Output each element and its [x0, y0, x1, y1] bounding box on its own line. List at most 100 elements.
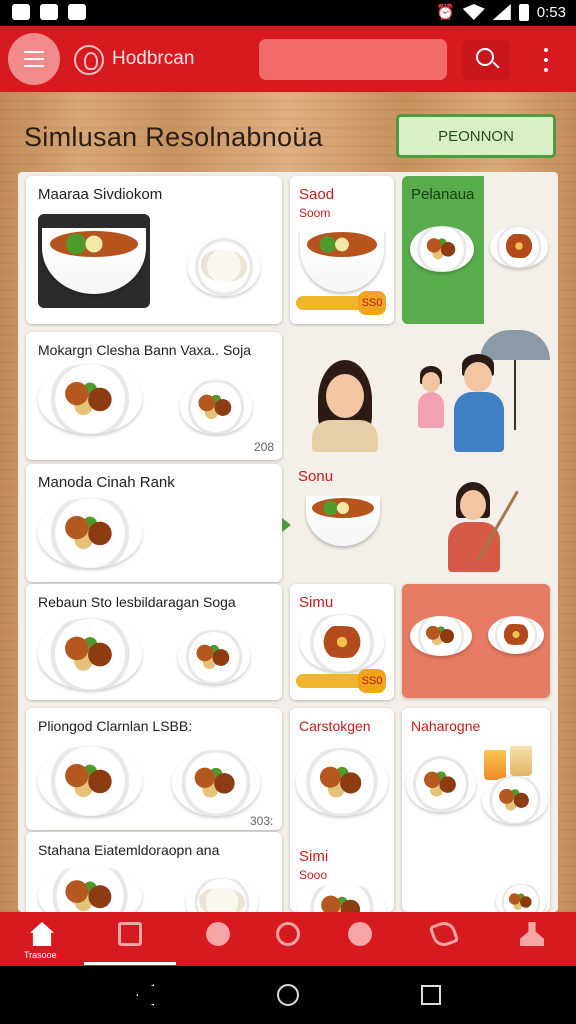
- wifi-icon: [462, 4, 485, 20]
- home-icon: [30, 922, 54, 946]
- rice-image: [186, 878, 258, 912]
- menu-card-title: Maaraa Sivdiokom: [38, 186, 163, 203]
- menu-card-small[interactable]: Carstokgen Simi Sooo: [290, 708, 394, 912]
- price-tag: SS0: [296, 669, 386, 693]
- food-image: [298, 884, 386, 912]
- nav-people[interactable]: [198, 918, 238, 958]
- girl-illustration: [414, 366, 448, 438]
- menu-card-title: Naharogne: [411, 718, 481, 734]
- status-bar: ⏰ 0:53: [0, 0, 576, 26]
- promo-button[interactable]: PEONNON: [396, 114, 556, 158]
- menu-card-price: 303:: [250, 814, 274, 828]
- people-icon: [206, 922, 230, 946]
- food-bowl: [300, 230, 384, 292]
- nav-profile[interactable]: [512, 918, 552, 958]
- search-button[interactable]: [462, 40, 510, 80]
- nav-home-label: Trasooe: [24, 950, 57, 960]
- food-image: [496, 884, 546, 912]
- main-content: Simlusan Resolnabnoüa PEONNON Maaraa Siv…: [0, 92, 576, 912]
- cook-illustration: [442, 482, 519, 574]
- nav-fruit[interactable]: [340, 918, 380, 958]
- menu-card-title: Simi: [299, 848, 329, 865]
- woman-illustration: [310, 360, 382, 452]
- menu-card[interactable]: Manoda Cinah Rank: [26, 464, 282, 582]
- menu-card-title: Simu: [299, 594, 334, 611]
- menu-card-small[interactable]: Naharogne: [402, 708, 550, 912]
- man-illustration: [452, 354, 506, 454]
- menu-card-title: Carstokgen: [299, 718, 371, 734]
- location-icon: [276, 922, 300, 946]
- food-image: [410, 226, 474, 272]
- section-title: Sonu: [298, 468, 334, 485]
- recent-apps-icon[interactable]: [421, 985, 441, 1005]
- menu-card-small[interactable]: Pelanaua: [402, 176, 552, 324]
- status-time: 0:53: [536, 3, 566, 21]
- food-image: [38, 364, 142, 434]
- food-image: [488, 616, 544, 654]
- menu-panel: Maaraa Sivdiokom Mokargn Clesha Bann Vax…: [18, 172, 558, 912]
- home-circle-icon[interactable]: [277, 984, 299, 1006]
- active-tab-indicator: [84, 962, 176, 965]
- page-title: Simlusan Resolnabnoüa: [24, 122, 323, 152]
- food-image: [482, 776, 548, 824]
- bottom-navigation: Trasooe: [0, 912, 576, 966]
- menu-card-title: Pliongod Clarnlan LSBB:: [38, 718, 193, 734]
- menu-card-title: Mokargn Clesha Bann Vaxa.. Soja: [38, 342, 251, 358]
- menu-card[interactable]: Rebaun Sto lesbildaragan Soga: [26, 584, 282, 700]
- menu-card-title: Rebaun Sto lesbildaragan Soga: [38, 594, 236, 610]
- app-bar: Hodbrcan: [0, 26, 576, 92]
- menu-card-title: Saod: [299, 186, 335, 203]
- menu-card-subtitle: Sooo: [299, 868, 328, 882]
- search-input[interactable]: [259, 39, 447, 80]
- store-icon: [118, 922, 142, 946]
- nav-store[interactable]: [110, 918, 150, 958]
- food-image: [38, 866, 142, 912]
- food-image: [410, 616, 472, 656]
- app-name: Hodbrcan: [112, 48, 195, 69]
- menu-card-title: Stahana Eiatemldoraopn ana: [38, 842, 220, 858]
- back-icon[interactable]: [136, 984, 154, 1006]
- menu-card-small[interactable]: Simu SS0: [290, 584, 394, 700]
- notification-icon: [40, 4, 58, 20]
- menu-card-price: 208: [254, 440, 275, 454]
- user-icon: [520, 922, 544, 946]
- food-image: [296, 748, 388, 816]
- menu-card[interactable]: Pliongod Clarnlan LSBB: 303:: [26, 708, 282, 830]
- food-image: [406, 756, 476, 812]
- more-options-icon[interactable]: [536, 46, 556, 74]
- food-image: [490, 226, 548, 268]
- food-image: [180, 380, 252, 434]
- food-image: [172, 750, 260, 816]
- food-image: [38, 618, 142, 690]
- food-image: [38, 746, 142, 816]
- menu-card-small[interactable]: Saod Soom SS0: [290, 176, 394, 324]
- menu-card-small[interactable]: [402, 584, 550, 698]
- food-image: [38, 498, 142, 568]
- signal-icon: [492, 4, 511, 20]
- arrow-icon: [282, 518, 291, 532]
- menu-button[interactable]: [8, 33, 60, 85]
- menu-card-title: Manoda Cinah Rank: [38, 474, 175, 491]
- food-bowl: [306, 496, 380, 546]
- menu-card[interactable]: Mokargn Clesha Bann Vaxa.. Soja 208: [26, 332, 282, 460]
- drink-image: [484, 750, 506, 780]
- menu-card[interactable]: Stahana Eiatemldoraopn ana: [26, 832, 282, 912]
- phone-icon: [428, 918, 460, 950]
- menu-card-subtitle: Soom: [299, 206, 331, 220]
- notification-icon: [68, 4, 86, 20]
- rice-image: [188, 238, 260, 296]
- logo-icon: [74, 45, 104, 75]
- fruit-icon: [348, 922, 372, 946]
- menu-card[interactable]: Maaraa Sivdiokom: [26, 176, 282, 324]
- nav-location[interactable]: [268, 918, 308, 958]
- drink-image: [510, 746, 532, 776]
- food-image: [300, 614, 384, 672]
- system-navigation-bar: [0, 966, 576, 1024]
- menu-card-title: Pelanaua: [411, 186, 475, 203]
- food-image: [38, 214, 150, 308]
- notification-icons: [12, 4, 86, 20]
- price-tag: SS0: [296, 291, 386, 315]
- nav-phone[interactable]: [424, 918, 464, 958]
- food-image: [178, 630, 250, 684]
- alarm-icon: ⏰: [436, 4, 455, 21]
